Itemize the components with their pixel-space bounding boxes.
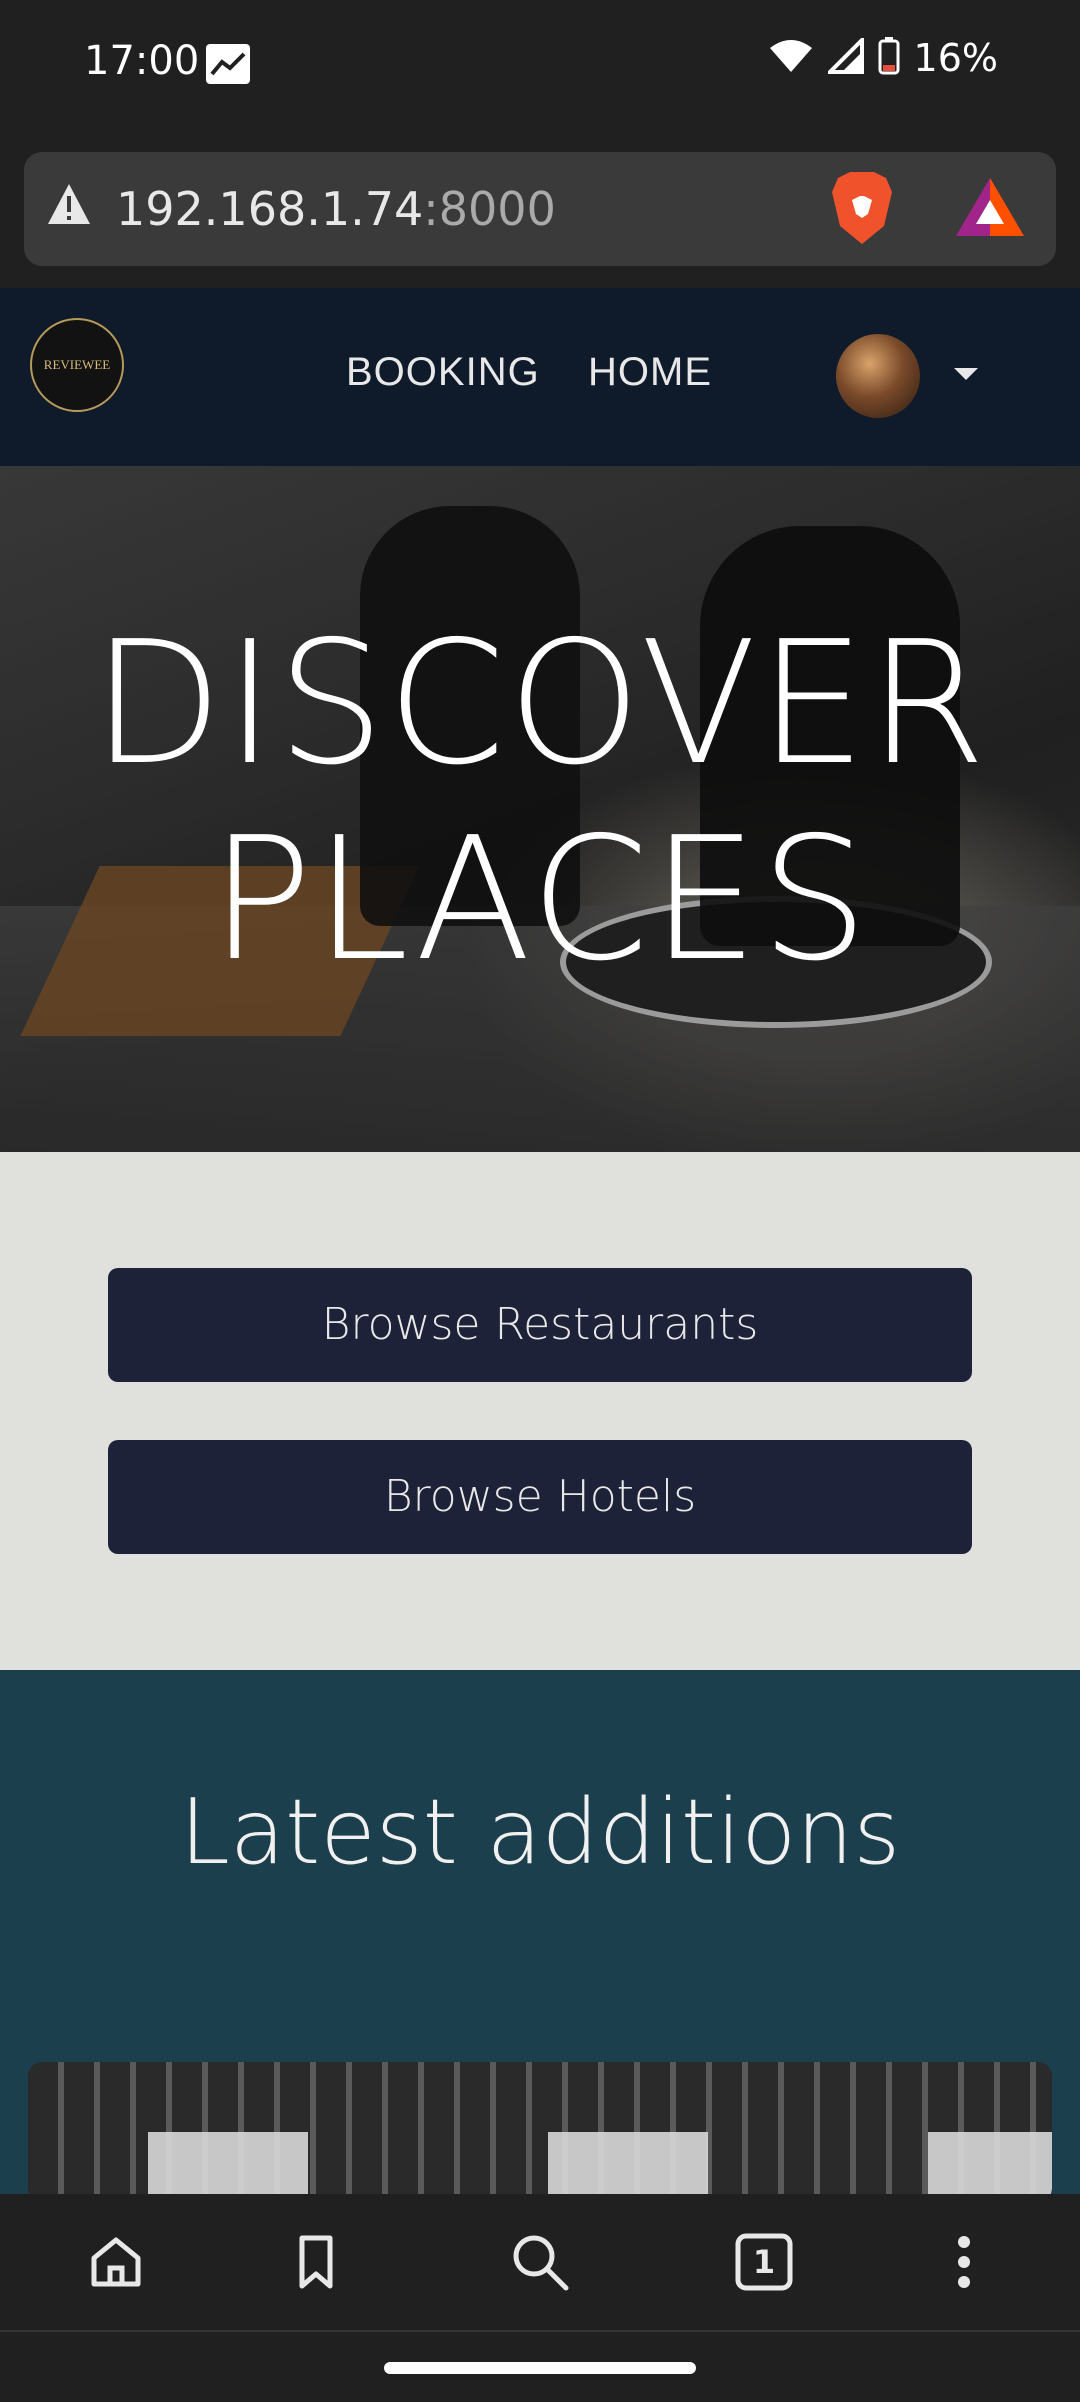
latest-title: Latest additions: [179, 1780, 901, 1885]
card-image-vent: [548, 2132, 708, 2194]
status-time: 17:00: [84, 38, 200, 84]
search-icon[interactable]: [506, 2228, 574, 2296]
card-image-vent: [148, 2132, 308, 2194]
gesture-bar: [0, 2330, 1080, 2402]
latest-section: Latest additions: [0, 1670, 1080, 2194]
warning-icon[interactable]: [46, 182, 92, 231]
address-bar[interactable]: 192.168.1.74:8000: [24, 152, 1056, 266]
url-text[interactable]: 192.168.1.74:8000: [116, 182, 556, 236]
browser-toolbar: 1: [0, 2194, 1080, 2330]
card-image-vent: [928, 2132, 1052, 2194]
home-icon[interactable]: [82, 2228, 150, 2296]
status-bar: 17:00 16%: [0, 0, 1080, 130]
hero-banner: DISCOVER PLACES: [0, 466, 1080, 1152]
battery-icon: [878, 36, 900, 80]
bat-rewards-icon[interactable]: [954, 176, 1026, 243]
nav-link-booking[interactable]: BOOKING: [346, 350, 540, 395]
browse-restaurants-button[interactable]: Browse Restaurants: [108, 1268, 972, 1382]
signal-icon: [824, 34, 864, 79]
more-icon[interactable]: [930, 2228, 998, 2296]
bookmark-icon[interactable]: [282, 2228, 350, 2296]
latest-card-image[interactable]: [28, 2062, 1052, 2194]
browse-hotels-button[interactable]: Browse Hotels: [108, 1440, 972, 1554]
tabs-icon[interactable]: 1: [730, 2228, 798, 2296]
hero-title: DISCOVER PLACES: [91, 605, 989, 999]
tabs-count: 1: [752, 2243, 776, 2281]
logo-text: REVIEWEE: [43, 357, 111, 372]
avatar[interactable]: [836, 334, 920, 418]
home-gesture-handle[interactable]: [384, 2362, 696, 2374]
gallery-icon: [206, 44, 250, 84]
site-logo[interactable]: REVIEWEE: [30, 318, 124, 412]
site-navbar: REVIEWEE BOOKING HOME: [0, 288, 1080, 466]
browse-section: Browse Restaurants Browse Hotels: [0, 1152, 1080, 1670]
status-icons: 16%: [768, 34, 998, 80]
battery-percent: 16%: [913, 36, 998, 80]
nav-link-home[interactable]: HOME: [588, 350, 712, 395]
chevron-down-icon[interactable]: [954, 368, 978, 380]
wifi-icon: [768, 38, 814, 79]
brave-shield-icon[interactable]: [830, 170, 894, 251]
